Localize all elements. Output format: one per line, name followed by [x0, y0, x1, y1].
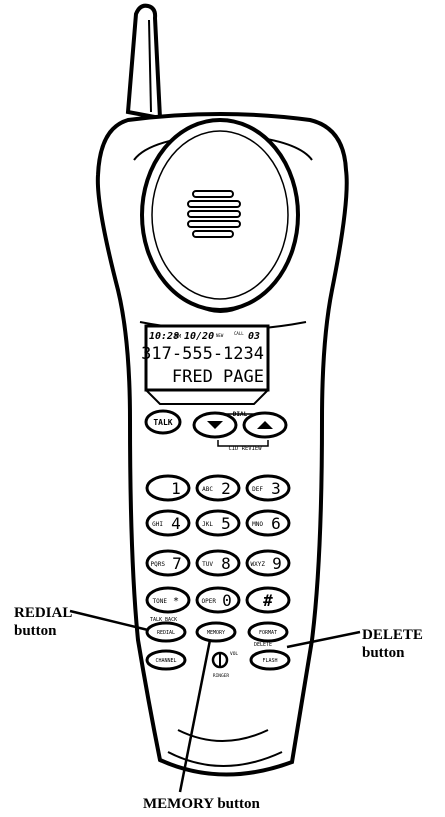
key-hash[interactable]: #	[245, 586, 291, 614]
format-key-label: FORMAT	[259, 630, 277, 636]
delete-callout-subtitle: button	[362, 645, 405, 661]
lcd-phone-number: 317-555-1234	[141, 344, 264, 364]
key-8-digit: 8	[221, 554, 231, 573]
key-7-digit: 7	[172, 554, 182, 573]
key-1[interactable]: 1	[145, 474, 191, 502]
redial-key[interactable]: REDIAL	[145, 621, 187, 643]
flash-key-label: FLASH	[262, 658, 277, 664]
format-key[interactable]: FORMAT	[247, 621, 289, 643]
earpiece	[140, 118, 300, 313]
key-8-letters: TUV	[202, 561, 213, 568]
memory-key[interactable]: MEMORY	[195, 621, 237, 643]
key-9[interactable]: WXYZ 9	[245, 549, 291, 577]
key-9-letters: WXYZ	[251, 561, 266, 568]
ringer-switch[interactable]	[211, 651, 229, 669]
scroll-down-button[interactable]	[192, 411, 238, 439]
key-4[interactable]: GHI 4	[145, 509, 191, 537]
channel-key[interactable]: CHANNEL	[145, 649, 187, 671]
key-5-letters: JKL	[202, 521, 213, 528]
key-star-letters: TONE	[153, 598, 168, 605]
delete-button-callout: DELETE button	[362, 626, 423, 662]
talk-label: TALK	[153, 418, 172, 427]
lcd-call-number: 03	[248, 331, 260, 342]
key-3-letters: DEF	[252, 486, 263, 493]
lcd-call-label: CALL	[234, 331, 244, 336]
key-star-digit: *	[173, 596, 179, 607]
key-5[interactable]: JKL 5	[195, 509, 241, 537]
key-2-letters: ABC	[202, 486, 213, 493]
memory-callout-title: MEMORY button	[143, 796, 260, 812]
key-2[interactable]: ABC 2	[195, 474, 241, 502]
key-2-digit: 2	[221, 479, 231, 498]
delete-callout-title: DELETE	[362, 627, 423, 643]
redial-callout-title: REDIAL	[14, 605, 73, 621]
phone-diagram: 10:28 PM 10/20 NEW CALL 03 317-555-1234 …	[69, 3, 361, 793]
key-hash-digit: #	[263, 591, 273, 610]
talk-button[interactable]: TALK	[144, 409, 182, 435]
lcd-caller-name: FRED PAGE	[172, 367, 264, 387]
redial-button-callout: REDIAL button	[14, 604, 72, 640]
channel-key-label: CHANNEL	[155, 658, 176, 664]
lcd-new-flag: NEW	[216, 333, 224, 338]
key-5-digit: 5	[221, 514, 231, 533]
redial-key-label: REDIAL	[157, 630, 175, 636]
key-0[interactable]: OPER 0	[195, 586, 241, 614]
key-7-letters: PQRS	[151, 561, 166, 568]
key-3-digit: 3	[271, 479, 281, 498]
antenna	[125, 3, 163, 121]
key-star[interactable]: TONE *	[145, 586, 191, 614]
memory-button-callout: MEMORY button	[143, 795, 260, 813]
memory-key-label: MEMORY	[207, 630, 225, 636]
lcd-ampm: PM	[175, 334, 181, 340]
key-8[interactable]: TUV 8	[195, 549, 241, 577]
ringer-label: RINGER	[213, 673, 230, 679]
key-7[interactable]: PQRS 7	[145, 549, 191, 577]
scroll-up-button[interactable]	[242, 411, 288, 439]
redial-callout-subtitle: button	[14, 623, 57, 639]
key-9-digit: 9	[272, 554, 282, 573]
key-6-letters: MNO	[252, 521, 263, 528]
flash-key[interactable]: FLASH	[249, 649, 291, 671]
lcd-date: 10/20	[184, 331, 214, 342]
key-0-digit: 0	[222, 591, 232, 610]
key-4-letters: GHI	[152, 521, 163, 528]
key-3[interactable]: DEF 3	[245, 474, 291, 502]
dial-label: DIAL	[233, 411, 248, 418]
vol-label: VOL	[230, 651, 238, 657]
key-1-digit: 1	[171, 479, 181, 498]
key-6-digit: 6	[271, 514, 281, 533]
delete-key-label: DELETE	[254, 642, 272, 648]
cid-review-label: CID REVIEW	[228, 446, 262, 452]
key-0-letters: OPER	[202, 598, 217, 605]
key-4-digit: 4	[171, 514, 181, 533]
key-6[interactable]: MNO 6	[245, 509, 291, 537]
